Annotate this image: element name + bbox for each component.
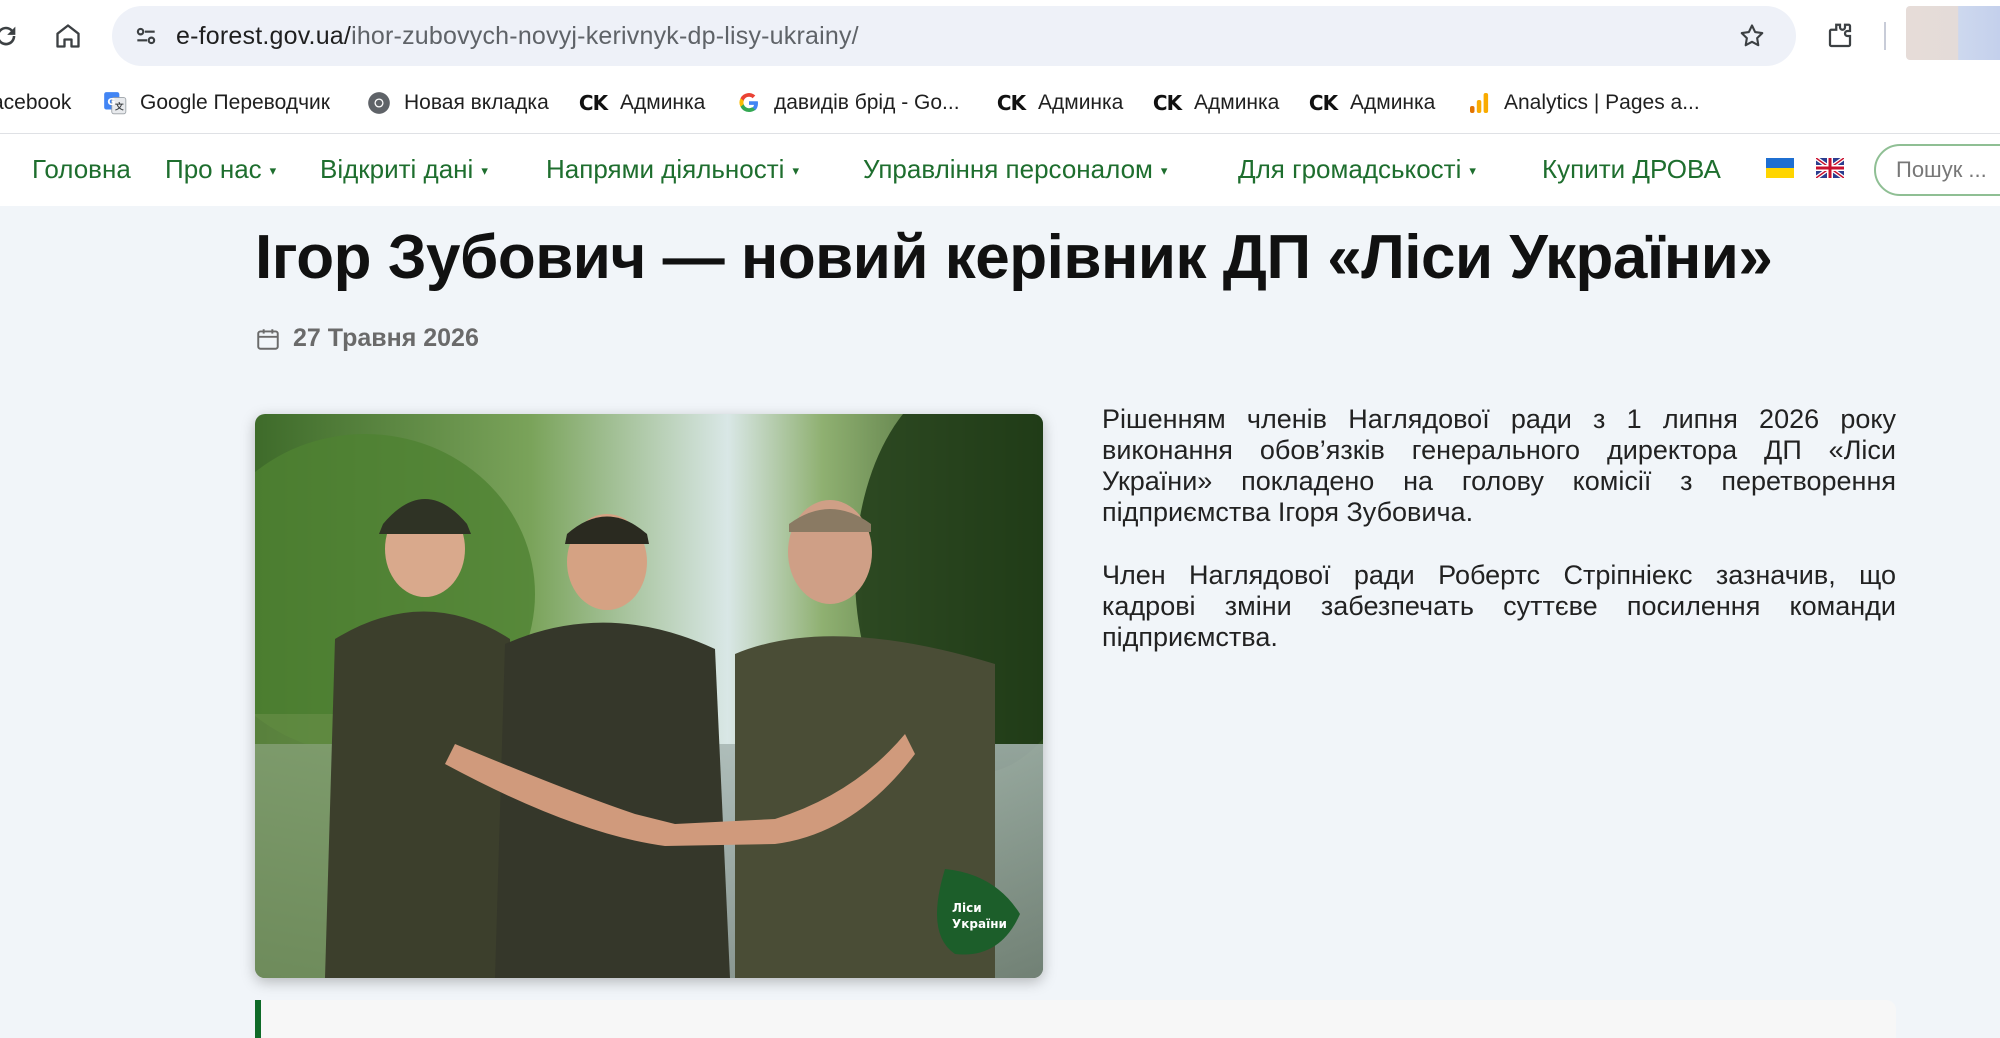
bookmark-new-tab[interactable]: Новая вкладка: [366, 87, 549, 119]
bookmark-label: давидів брід - Go...: [774, 91, 960, 114]
svg-text:文: 文: [114, 101, 124, 113]
calendar-icon: [257, 328, 279, 350]
search-placeholder: Пошук ...: [1896, 157, 1987, 182]
bookmark-label: Google Переводчик: [140, 91, 330, 114]
bookmark-label: acebook: [0, 91, 72, 114]
nav-item-label: Купити ДРОВА: [1542, 154, 1721, 184]
bookmark-google-search[interactable]: давидів брід - Go...: [736, 87, 960, 119]
extensions-icon[interactable]: [1818, 14, 1862, 58]
bookmark-admin-2[interactable]: CK Админка: [996, 87, 1123, 119]
ukrainian-flag-icon[interactable]: [1766, 158, 1794, 178]
url-text[interactable]: e-forest.gov.ua/ihor-zubovych-novyj-keri…: [176, 22, 859, 51]
url-path: ihor-zubovych-novyj-kerivnyk-dp-lisy-ukr…: [351, 22, 859, 50]
quote-block: [255, 1000, 1896, 1038]
profile-avatar[interactable]: [1906, 6, 2000, 60]
reload-icon[interactable]: [0, 14, 28, 58]
chrome-icon: [366, 90, 392, 116]
chevron-down-icon: ▾: [269, 162, 277, 178]
bookmark-admin-3[interactable]: CK Админка: [1152, 87, 1279, 119]
ck-icon: CK: [1152, 91, 1182, 115]
nav-item-open-data[interactable]: Відкриті дані ▾: [320, 154, 488, 185]
nav-item-label: Відкриті дані: [320, 154, 474, 184]
nav-item-home[interactable]: Головна: [32, 154, 131, 185]
chevron-down-icon: ▾: [1469, 162, 1476, 178]
bookmark-label: Новая вкладка: [404, 91, 549, 114]
bookmark-facebook[interactable]: acebook: [0, 87, 71, 119]
home-icon[interactable]: [46, 14, 90, 58]
nav-item-buy-firewood[interactable]: Купити ДРОВА: [1542, 154, 1721, 185]
nav-item-about[interactable]: Про нас ▾: [165, 154, 276, 185]
site-settings-icon[interactable]: [128, 18, 164, 54]
british-flag-icon[interactable]: [1816, 158, 1844, 178]
nav-item-label: Головна: [32, 154, 131, 184]
chevron-down-icon: ▾: [792, 162, 799, 178]
chevron-down-icon: ▾: [1160, 162, 1168, 178]
nav-item-label: Управління персоналом: [863, 154, 1153, 184]
bookmark-label: Админка: [1194, 91, 1280, 114]
site-nav: Головна Про нас ▾ Відкриті дані ▾ Напрям…: [0, 134, 2000, 206]
ck-icon: CK: [1308, 91, 1338, 115]
ck-icon: CK: [996, 91, 1026, 115]
browser-toolbar: e-forest.gov.ua/ihor-zubovych-novyj-keri…: [0, 0, 2000, 72]
bookmark-label: Админка: [620, 91, 706, 114]
nav-item-label: Про нас: [165, 154, 262, 184]
ck-icon: CK: [578, 91, 608, 115]
nav-item-public[interactable]: Для громадськості ▾: [1238, 154, 1476, 185]
google-translate-icon: G文: [102, 90, 128, 116]
bookmark-label: Analytics | Pages a...: [1504, 91, 1700, 114]
bookmark-admin-1[interactable]: CK Админка: [578, 87, 705, 119]
search-input[interactable]: Пошук ...: [1874, 144, 2000, 196]
article-paragraph: Член Наглядової ради Робертс Стріпніекс …: [1102, 560, 1896, 652]
article-title: Ігор Зубович — новий керівник ДП «Ліси У…: [255, 223, 1773, 292]
bookmark-admin-4[interactable]: CK Админка: [1308, 87, 1435, 119]
chevron-down-icon: ▾: [481, 162, 488, 178]
bookmark-star-icon[interactable]: [1734, 18, 1770, 54]
nav-item-hr[interactable]: Управління персоналом ▾: [863, 154, 1167, 185]
bookmark-label: Админка: [1038, 91, 1124, 114]
article-date-text: 27 Травня 2026: [293, 324, 479, 352]
toolbar-divider: [1884, 22, 1886, 50]
logo-text-line-2: України: [952, 917, 1007, 931]
google-icon: [736, 90, 762, 116]
bookmark-label: Админка: [1350, 91, 1436, 114]
bookmark-analytics[interactable]: Analytics | Pages a...: [1466, 87, 1700, 119]
address-bar[interactable]: e-forest.gov.ua/ihor-zubovych-novyj-keri…: [112, 6, 1796, 66]
nav-item-activities[interactable]: Напрями діяльності ▾: [546, 154, 799, 185]
bookmarks-bar: acebook G文 Google Переводчик Новая вклад…: [0, 72, 2000, 134]
nav-item-label: Для громадськості: [1238, 154, 1462, 184]
bookmark-google-translate[interactable]: G文 Google Переводчик: [102, 87, 330, 119]
article-paragraph: Рішенням членів Наглядової ради з 1 липн…: [1102, 404, 1896, 527]
nav-item-label: Напрями діяльності: [546, 154, 785, 184]
article-photo[interactable]: Ліси України: [255, 414, 1043, 978]
url-host: e-forest.gov.ua/: [176, 22, 352, 50]
analytics-icon: [1466, 90, 1492, 116]
article-date: 27 Травня 2026: [255, 324, 479, 353]
article-body: Рішенням членів Наглядової ради з 1 липн…: [1102, 404, 1896, 685]
logo-text-line-1: Ліси: [952, 901, 982, 915]
